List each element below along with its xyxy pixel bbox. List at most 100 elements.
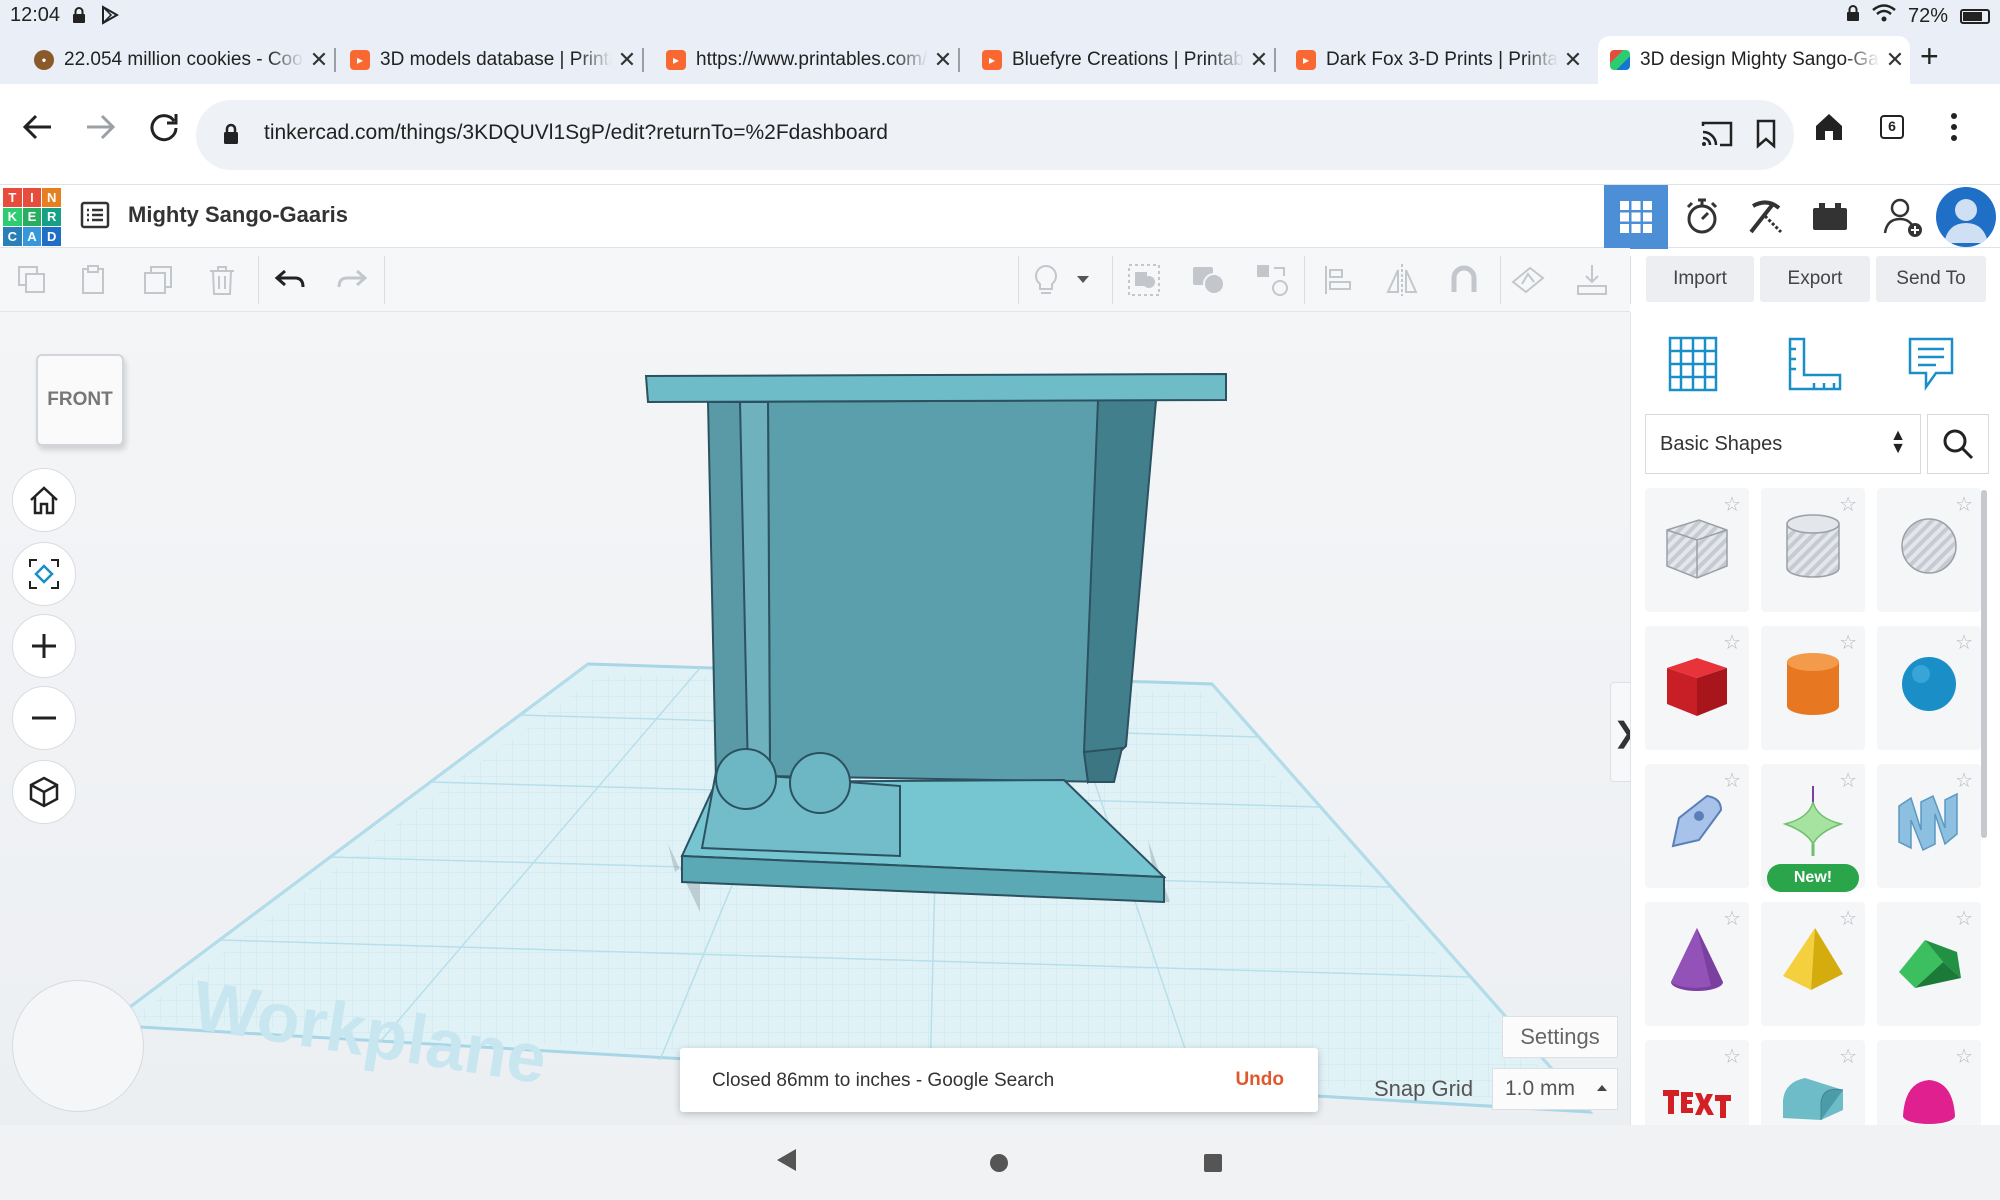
close-tab-icon[interactable]: ✕ — [612, 47, 642, 73]
design-list-icon[interactable] — [80, 200, 110, 235]
copy-button[interactable] — [10, 258, 54, 302]
collapse-panel-button[interactable]: ❯ — [1610, 682, 1630, 782]
shape-paraboloid[interactable]: ☆ — [1877, 1040, 1981, 1128]
workplane-grid-button[interactable] — [1655, 326, 1731, 402]
import-button[interactable]: Import — [1646, 256, 1754, 302]
orbit-joystick[interactable] — [12, 980, 144, 1112]
ruler-button[interactable] — [1777, 326, 1853, 402]
magnet-button[interactable] — [1442, 258, 1486, 302]
zoom-in-button[interactable] — [12, 614, 76, 678]
circle-home-icon — [990, 1154, 1008, 1172]
blocks-button[interactable] — [1670, 185, 1734, 249]
invite-user-button[interactable] — [1872, 185, 1936, 249]
ungroup-icon — [1193, 267, 1225, 295]
snap-grid-select[interactable]: 1.0 mm — [1492, 1068, 1618, 1110]
align-button[interactable] — [1316, 258, 1360, 302]
box-icon — [1667, 658, 1727, 716]
send-to-button[interactable]: Send To — [1876, 256, 1986, 302]
back-button[interactable] — [14, 110, 62, 153]
reload-button[interactable] — [140, 110, 188, 153]
shape-sphere[interactable]: ☆ — [1877, 626, 1981, 750]
shape-cylinder-hole[interactable]: ☆ — [1761, 488, 1865, 612]
shape-pyramid[interactable]: ☆ — [1761, 902, 1865, 1026]
projection-button[interactable] — [12, 760, 76, 824]
address-bar[interactable]: tinkercad.com/things/3KDQUVl1SgP/edit?re… — [196, 100, 1794, 170]
tab-switcher-button[interactable]: 6 — [1880, 115, 1904, 139]
export-button[interactable]: Export — [1760, 256, 1870, 302]
mirror-button[interactable] — [1380, 258, 1424, 302]
browser-tab[interactable]: ▸ https://www.printables.com/ ✕ — [654, 36, 960, 84]
view-cube[interactable]: FRONT — [36, 354, 124, 446]
cruise-icon — [1257, 265, 1288, 296]
ruler-button[interactable] — [1570, 258, 1614, 302]
shape-scribble[interactable]: ☆ — [1645, 764, 1749, 888]
bricks-button[interactable] — [1734, 185, 1798, 249]
3d-scene[interactable]: Workplane — [0, 312, 1630, 1125]
user-avatar[interactable] — [1936, 187, 1996, 247]
close-tab-icon[interactable]: ✕ — [1880, 47, 1910, 73]
design-canvas[interactable]: Workplane FRONT Settings Snap Grid 1.0 m… — [0, 312, 1630, 1125]
fit-view-button[interactable] — [12, 542, 76, 606]
close-tab-icon[interactable]: ✕ — [304, 47, 334, 73]
shape-cylinder[interactable]: ☆ — [1761, 626, 1865, 750]
close-tab-icon[interactable]: ✕ — [1244, 47, 1274, 73]
home-view-button[interactable] — [12, 468, 76, 532]
ungroup-button[interactable] — [1186, 258, 1230, 302]
shape-half-cylinder[interactable]: ☆ — [1761, 1040, 1865, 1128]
close-tab-icon[interactable]: ✕ — [1558, 47, 1588, 73]
browser-tab[interactable]: • 22.054 million cookies - Cook ✕ — [22, 36, 336, 84]
system-home-button[interactable] — [988, 1152, 1010, 1179]
shape-category-select[interactable]: Basic Shapes ▲ ▼ — [1645, 414, 1921, 474]
tinkercad-logo[interactable]: T I N K E R C A D — [3, 188, 61, 246]
box-hole-icon — [1666, 519, 1728, 579]
home-button[interactable] — [1812, 110, 1846, 149]
redo-button[interactable] — [330, 258, 374, 302]
shape-box[interactable]: ☆ — [1645, 626, 1749, 750]
duplicate-button[interactable] — [136, 258, 180, 302]
browser-tab[interactable]: ▸ 3D models database | Printab ✕ — [338, 36, 644, 84]
zoom-out-button[interactable] — [12, 686, 76, 750]
forward-button[interactable] — [76, 110, 124, 153]
menu-button[interactable] — [1946, 110, 1962, 149]
notes-dropdown[interactable] — [1070, 258, 1096, 302]
group-button[interactable] — [1122, 258, 1166, 302]
browser-tab-active[interactable]: 3D design Mighty Sango-Gaa ✕ — [1598, 36, 1910, 84]
shape-sphere-hole[interactable]: ☆ — [1877, 488, 1981, 612]
undo-button[interactable] — [268, 258, 312, 302]
shape-spinning-top[interactable]: ☆ New! — [1761, 764, 1865, 892]
shape-text[interactable]: ☆ — [1645, 1040, 1749, 1128]
browser-tab[interactable]: ▸ Dark Fox 3-D Prints | Printable ✕ — [1284, 36, 1588, 84]
shapes-scrollbar[interactable] — [1981, 490, 1987, 838]
cast-icon[interactable] — [1700, 118, 1734, 155]
chevron-down-icon — [1077, 276, 1089, 283]
shape-cone[interactable]: ☆ — [1645, 902, 1749, 1026]
delete-button[interactable] — [200, 258, 244, 302]
workplane-button[interactable] — [1506, 258, 1550, 302]
system-recents-button[interactable] — [1202, 1152, 1224, 1179]
bookmark-icon[interactable] — [1754, 118, 1778, 155]
redo-icon — [337, 269, 368, 288]
add-user-icon — [1883, 198, 1922, 237]
toast-undo-button[interactable]: Undo — [1235, 1069, 1284, 1091]
new-tab-button[interactable]: + — [1920, 38, 1939, 75]
design-title[interactable]: Mighty Sango-Gaaris — [128, 202, 348, 228]
notes-button[interactable] — [1024, 258, 1068, 302]
cruise-button[interactable] — [1250, 258, 1294, 302]
shape-wave-text[interactable]: ☆ — [1877, 764, 1981, 888]
3d-design-view-button[interactable] — [1604, 185, 1668, 249]
sim-lab-button[interactable] — [1798, 185, 1862, 249]
shape-roof[interactable]: ☆ — [1877, 902, 1981, 1026]
system-back-button[interactable] — [774, 1147, 798, 1178]
close-tab-icon[interactable]: ✕ — [928, 47, 958, 73]
settings-button[interactable]: Settings — [1502, 1016, 1618, 1058]
lightbulb-icon — [1035, 264, 1057, 294]
shape-box-hole[interactable]: ☆ — [1645, 488, 1749, 612]
notes-panel-button[interactable] — [1893, 326, 1969, 402]
more-vertical-icon — [1951, 113, 1957, 141]
paste-button[interactable] — [72, 258, 116, 302]
shape-search-button[interactable] — [1927, 414, 1989, 474]
logo-letter: E — [22, 207, 42, 227]
browser-tab[interactable]: ▸ Bluefyre Creations | Printable ✕ — [970, 36, 1276, 84]
sphere-icon — [1902, 657, 1956, 711]
battery-icon — [1960, 8, 1990, 24]
